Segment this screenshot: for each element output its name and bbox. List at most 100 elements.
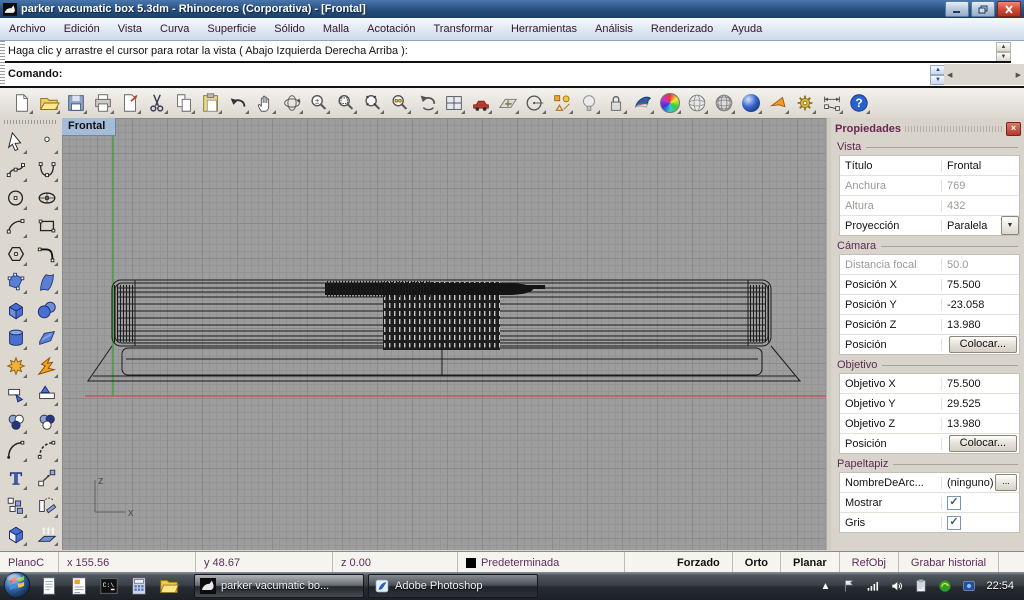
cplane-icon[interactable] [494,90,521,116]
rectangle-icon[interactable] [33,212,60,240]
paste-icon[interactable] [197,90,224,116]
zoom-extents-icon[interactable] [359,90,386,116]
surface-loft-icon[interactable] [33,268,60,296]
menu-herramientas[interactable]: Herramientas [502,20,586,38]
surface-corner-points-icon[interactable] [2,268,29,296]
solid-spheres-icon[interactable] [33,296,60,324]
explode-icon[interactable] [33,352,60,380]
rotate-view-icon[interactable] [278,90,305,116]
rotate-object-icon[interactable] [33,492,60,520]
proyeccion-value[interactable]: Paralela [947,220,987,232]
start-button[interactable] [2,570,32,600]
print-preview-icon[interactable] [116,90,143,116]
updater-icon[interactable] [936,577,954,595]
copy-icon[interactable] [170,90,197,116]
viewport-frontal[interactable]: Frontal [62,118,826,550]
scroll-right-icon[interactable]: ▶ [1016,71,1021,79]
solid-box-icon[interactable] [2,296,29,324]
network-icon[interactable] [864,577,882,595]
statusbar-toggle-grabar-historial[interactable]: Grabar historial [899,552,999,573]
open-file-icon[interactable] [35,90,62,116]
minimize-icon[interactable] [945,1,969,17]
render-icon[interactable] [737,90,764,116]
messenger-icon[interactable] [960,577,978,595]
explorer-icon[interactable] [158,575,180,597]
panel-close-icon[interactable]: × [1006,122,1021,136]
chevron-down-icon[interactable]: ▼ [1001,216,1019,235]
volume-icon[interactable] [888,577,906,595]
taskbar-task-adobe-photoshop[interactable]: Adobe Photoshop [368,574,538,598]
curve-control-points-icon[interactable] [2,156,29,184]
menu-analisis[interactable]: Análisis [586,20,642,38]
surface-patch-icon[interactable] [33,324,60,352]
join-star-icon[interactable] [2,352,29,380]
calculator-icon[interactable] [128,575,150,597]
statusbar-toggle-forzado[interactable]: Forzado [665,552,733,573]
extrude-surface-icon[interactable] [33,520,60,548]
move-view-icon[interactable] [467,90,494,116]
options-icon[interactable] [791,90,818,116]
save-icon[interactable] [62,90,89,116]
curve-blend-corner-icon[interactable] [33,240,60,268]
boolean-box-icon[interactable] [2,520,29,548]
blend-curve-icon[interactable] [33,436,60,464]
move-icon[interactable] [33,464,60,492]
pan-view-icon[interactable] [251,90,278,116]
viewport-layout-icon[interactable] [440,90,467,116]
mostrar-checkbox[interactable]: ✓ [947,496,961,510]
colocar-camera-button[interactable]: Colocar... [949,336,1017,353]
split-icon[interactable] [33,380,60,408]
flamingo-icon[interactable] [629,90,656,116]
menu-vista[interactable]: Vista [109,20,151,38]
print-icon[interactable] [89,90,116,116]
notepad-icon[interactable] [38,575,60,597]
color-wheel-icon[interactable] [656,90,683,116]
panel-drag-handle[interactable] [905,126,1003,132]
menu-malla[interactable]: Malla [314,20,358,38]
menu-edicion[interactable]: Edición [55,20,109,38]
colocar-target-button[interactable]: Colocar... [949,435,1017,452]
wordpad-icon[interactable] [68,575,90,597]
shaded-sphere-icon[interactable] [710,90,737,116]
taskbar-task-parker-vacumatic-bo[interactable]: parker vacumatic bo... [194,574,364,598]
undo-view-change-icon[interactable] [413,90,440,116]
statusbar-toggle-refobj[interactable]: RefObj [840,552,899,573]
wallpaper-filename[interactable]: (ninguno) [947,477,993,489]
curve-interpolate-icon[interactable] [33,156,60,184]
taskbar-clock[interactable]: 22:54 [978,580,1024,592]
lock-objects-icon[interactable] [602,90,629,116]
select-pointer-icon[interactable] [2,128,29,156]
zoom-window-icon[interactable] [332,90,359,116]
statusbar-toggle-orto[interactable]: Orto [733,552,781,573]
menu-transformar[interactable]: Transformar [424,20,502,38]
menu-archivo[interactable]: Archivo [0,20,55,38]
menu-acotacion[interactable]: Acotación [358,20,424,38]
command-prompt[interactable]: Comando: [5,63,943,85]
menu-solido[interactable]: Sólido [265,20,314,38]
boolean-difference-icon[interactable] [33,408,60,436]
scroll-left-icon[interactable]: ◀ [947,71,952,79]
browse-button[interactable]: ... [995,474,1017,491]
dimension-icon[interactable] [818,90,845,116]
ellipse-icon[interactable] [33,184,60,212]
statusbar-toggle-planar[interactable]: Planar [781,552,840,573]
layer-indicator[interactable]: Predeterminada [458,552,625,573]
command-hscrollbar[interactable]: ◀▶ [944,64,1024,85]
viewport-tab[interactable]: Frontal [62,118,116,136]
boolean-union-icon[interactable] [2,408,29,436]
scroll-up-icon[interactable]: ▲ [996,42,1011,52]
text-object-icon[interactable]: T [2,464,29,492]
menu-renderizado[interactable]: Renderizado [642,20,722,38]
fillet-curve-icon[interactable] [2,436,29,464]
history-scrollbar[interactable]: ▲▼ [996,42,1011,61]
copy-objects-icon[interactable] [2,492,29,520]
expand-icon[interactable]: ▲ [816,577,834,595]
layer-light-icon[interactable] [575,90,602,116]
polygon-icon[interactable] [2,240,29,268]
help-icon[interactable]: ? [845,90,872,116]
gris-checkbox[interactable]: ✓ [947,516,961,530]
single-point-icon[interactable] [33,128,60,156]
zoom-dynamic-icon[interactable]: ± [305,90,332,116]
circle-tool-icon[interactable] [521,90,548,116]
trim-icon[interactable] [2,380,29,408]
